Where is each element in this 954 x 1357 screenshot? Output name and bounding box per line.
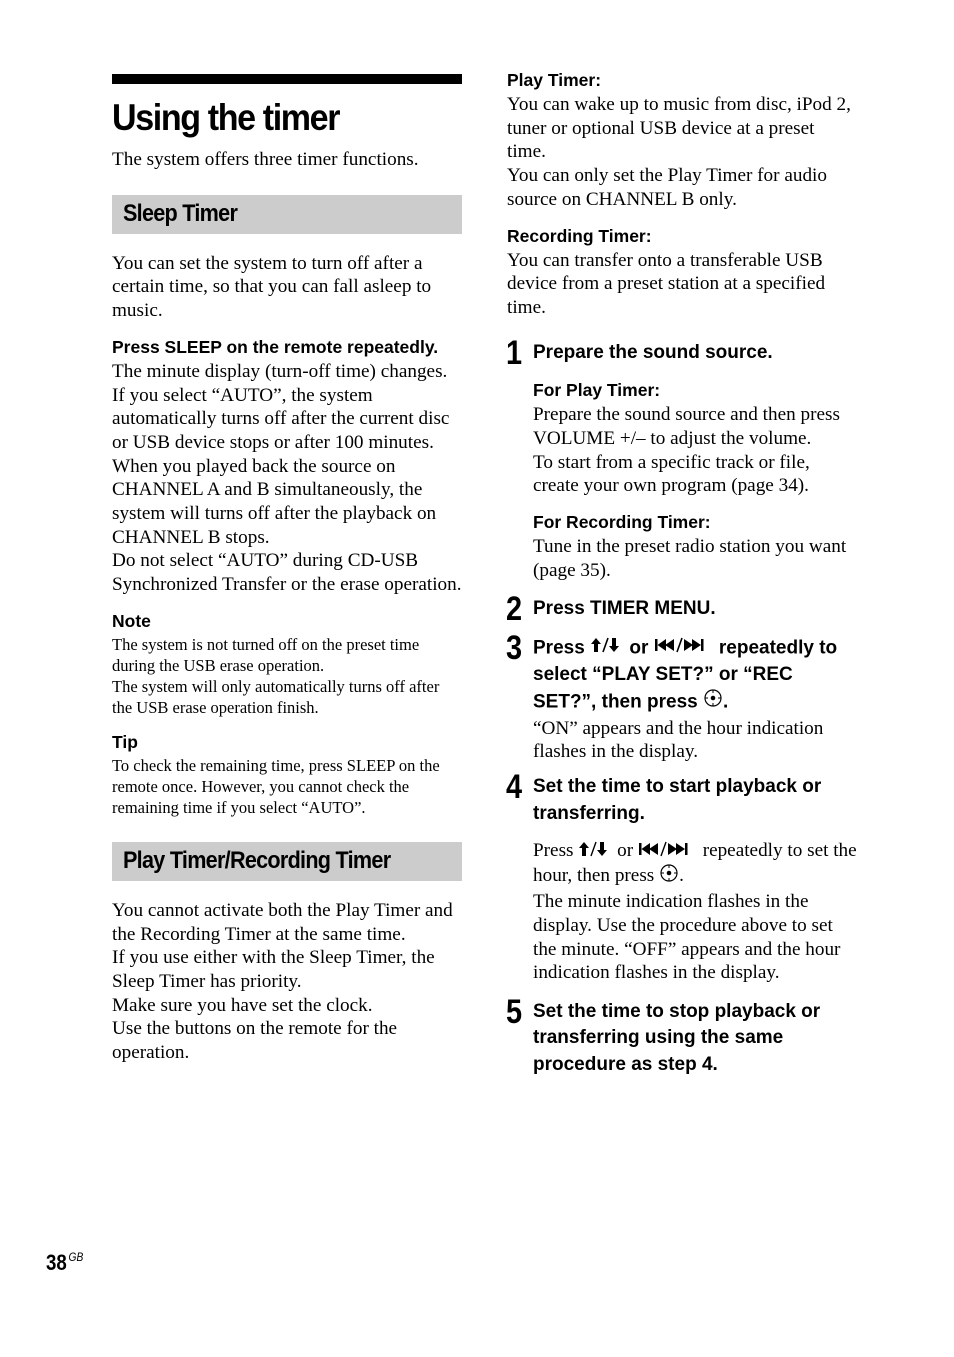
play-rec-body-1: You cannot activate both the Play Timer … [112, 899, 453, 945]
step-number: 1 [506, 333, 523, 372]
left-column: Using the timer The system offers three … [112, 74, 462, 1065]
note-text-2: The system will only automatically turns… [112, 676, 440, 717]
sleep-body-3: Do not select “AUTO” during CD-USB Synch… [112, 550, 462, 596]
intro-text: The system offers three timer functions. [112, 149, 419, 170]
for-play-timer-text-1: Prepare the sound source and then press … [533, 404, 840, 449]
section-heading-label: Sleep Timer [123, 200, 238, 228]
for-recording-timer-text: Tune in the preset radio station you wan… [533, 535, 847, 581]
up-down-arrow-icon [578, 840, 612, 864]
enter-button-icon [659, 863, 679, 890]
play-rec-body-4: Use the buttons on the remote for the op… [112, 1018, 398, 1064]
play-timer-label: Play Timer: [507, 70, 602, 90]
prev-next-track-icon [638, 840, 698, 864]
prev-next-track-icon [654, 635, 714, 662]
page-suffix: GB [68, 1250, 84, 1264]
page-title: Using the timer [112, 97, 340, 138]
step-4: 4 Set the time to start playback or tran… [506, 770, 857, 985]
step-title: Press or repeatedly to select “PLAY SET?… [533, 635, 857, 717]
enter-button-icon [703, 688, 723, 717]
step-title: Set the time to start playback or transf… [533, 776, 822, 824]
up-down-arrow-icon [590, 635, 624, 662]
step-title: Set the time to stop playback or transfe… [533, 1000, 821, 1075]
step-2: 2 Press TIMER MENU. [506, 592, 857, 626]
tip-label: Tip [112, 731, 138, 752]
step-number: 3 [506, 628, 523, 667]
step-number: 5 [506, 992, 523, 1031]
right-column: Play Timer: You can wake up to music fro… [506, 68, 857, 1079]
note-label: Note [112, 610, 151, 631]
step-5: 5 Set the time to stop playback or trans… [506, 995, 857, 1079]
step-title: Press TIMER MENU. [533, 598, 716, 620]
play-rec-body-3: Make sure you have set the clock. [112, 994, 373, 1016]
step-title: Prepare the sound source. [533, 341, 773, 363]
page-number: 38 GB [46, 1250, 84, 1275]
step-body: “ON” appears and the hour indication fla… [533, 717, 824, 763]
play-timer-text-2: You can only set the Play Timer for audi… [507, 165, 827, 210]
section-heading-sleep-timer: Sleep Timer [112, 194, 462, 234]
play-timer-text-1: You can wake up to music from disc, iPod… [507, 94, 851, 163]
sleep-instruction: Press SLEEP on the remote repeatedly. [112, 336, 439, 357]
for-play-timer-label: For Play Timer: [533, 380, 661, 401]
play-rec-body-2: If you use either with the Sleep Timer, … [112, 947, 435, 992]
tip-text: To check the remaining time, press SLEEP… [112, 755, 440, 817]
step-3: 3 Press or repeatedly to select “PLAY SE… [506, 631, 857, 764]
section-heading-play-recording-timer: Play Timer/Recording Timer [112, 841, 462, 881]
step-number: 2 [506, 590, 523, 629]
step-body: Press or repeatedly to set the hour, the… [533, 839, 857, 890]
for-recording-timer-label: For Recording Timer: [533, 511, 711, 532]
sleep-body-2: If you select “AUTO”, the system automat… [112, 384, 450, 548]
note-text-1: The system is not turned off on the pres… [112, 634, 420, 675]
step-number: 4 [506, 768, 523, 807]
recording-timer-text: You can transfer onto a transferable USB… [507, 249, 826, 318]
sleep-description: You can set the system to turn off after… [112, 252, 432, 322]
section-heading-label: Play Timer/Recording Timer [123, 847, 391, 875]
recording-timer-label: Recording Timer: [507, 225, 652, 246]
step-1: 1 Prepare the sound source. For Play Tim… [506, 336, 857, 583]
step-body-2: The minute indication flashes in the dis… [533, 891, 841, 984]
sleep-body-1: The minute display (turn-off time) chang… [112, 360, 448, 382]
title-rule [112, 74, 462, 84]
for-play-timer-text-2: To start from a specific track or file, … [533, 451, 810, 497]
